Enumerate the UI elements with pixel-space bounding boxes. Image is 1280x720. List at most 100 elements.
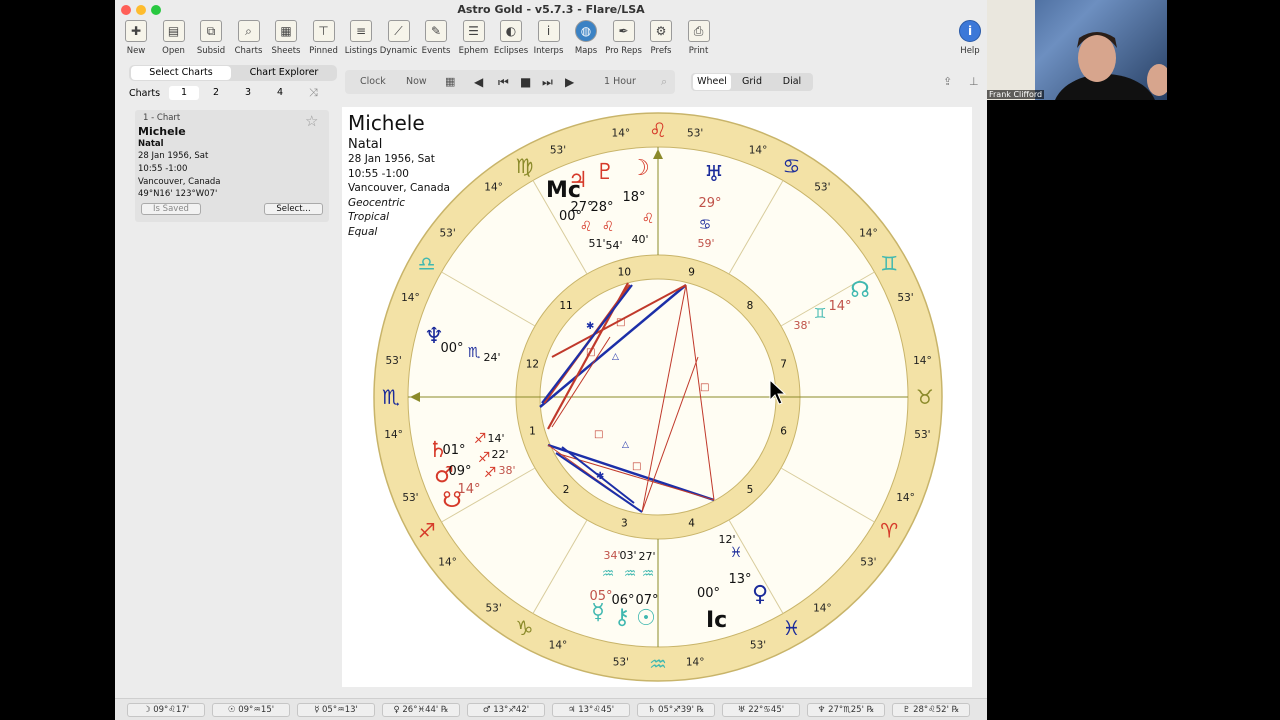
toolbar-subsid-button[interactable]: ⧉ Subsid (192, 18, 230, 60)
chart-slot-4[interactable]: 4 (265, 86, 295, 100)
planet-degree: 13° (728, 572, 751, 587)
calendar-icon[interactable]: ▦ (445, 70, 455, 94)
chart-index-label: 1 - Chart (143, 113, 181, 123)
sidebar: Select Charts Chart Explorer Charts 1 2 … (123, 62, 343, 702)
status-planet-position[interactable]: ♂ 13°♐42' (467, 703, 545, 717)
planet-sign-glyph: ♓ (730, 545, 743, 561)
toolbar-label: Pro Reps (605, 46, 642, 56)
stop-icon[interactable]: ■ (520, 70, 531, 94)
listings-icon: ≡ (350, 20, 372, 42)
search-icon[interactable]: ⌕ (661, 70, 667, 94)
step-forward-icon[interactable]: ▶ (565, 70, 574, 94)
planet-minute: 51' (588, 237, 605, 250)
sign-cusp-degree: 14° (686, 656, 705, 668)
toolbar-pinned-button[interactable]: ⊤ Pinned (305, 18, 343, 60)
planet-minute: 24' (483, 351, 500, 364)
status-planet-position[interactable]: ♃ 13°♌45' (552, 703, 630, 717)
chart-card-name: Michele (138, 125, 186, 138)
share-icon[interactable]: ⇪ (943, 70, 952, 94)
toolbar-print-button[interactable]: ⎙ Print (680, 18, 718, 60)
toolbar-charts-button[interactable]: ⌕ Charts (230, 18, 268, 60)
aspect-trine-marker: △ (622, 440, 629, 450)
planet-sign-glyph: ♌ (580, 219, 593, 235)
status-planet-position[interactable]: ☿ 05°♒13' (297, 703, 375, 717)
step-back-icon[interactable]: ◀ (474, 70, 483, 94)
toolbar-sheets-button[interactable]: ▦ Sheets (267, 18, 305, 60)
help-button[interactable]: i Help (951, 18, 987, 60)
toolbar-events-button[interactable]: ✎ Events (417, 18, 455, 60)
status-planet-position[interactable]: ♀ 26°♓44' ℞ (382, 703, 460, 717)
sheets-icon: ▦ (275, 20, 297, 42)
toolbar-ephem-button[interactable]: ☰ Ephem (455, 18, 493, 60)
planet-degree: 05° (589, 589, 612, 604)
now-button[interactable]: Now (406, 70, 427, 94)
zodiac-sign-glyph: ♒ (649, 652, 667, 676)
tab-select-charts[interactable]: Select Charts (131, 66, 231, 80)
shuffle-icon[interactable]: ⤨ (309, 86, 318, 100)
sign-cusp-minute: 53' (750, 640, 766, 652)
chart-card-date: 28 Jan 1956, Sat (138, 151, 209, 161)
chart-card[interactable]: 1 - Chart Michele Natal 28 Jan 1956, Sat… (135, 110, 329, 222)
toolbar-pro-reps-button[interactable]: ✒ Pro Reps (605, 18, 643, 60)
toolbar-maps-button[interactable]: ◍ Maps (567, 18, 605, 60)
view-wheel[interactable]: Wheel (693, 74, 731, 90)
tab-chart-explorer[interactable]: Chart Explorer (233, 66, 335, 80)
natal-chart-wheel[interactable]: ♌14° 53'♋14°53'♊14°53'♉14°53'♈14°53'♓14°5… (342, 107, 972, 687)
minimize-window-button[interactable] (136, 5, 146, 15)
clock-button[interactable]: Clock (360, 70, 386, 94)
status-planet-position[interactable]: ♇ 28°♌52' ℞ (892, 703, 970, 717)
is-saved-button[interactable]: Is Saved (141, 203, 201, 215)
screen: Astro Gold - v5.7.3 - Flare/LSA i Help ✚… (0, 0, 1280, 720)
view-grid[interactable]: Grid (733, 74, 771, 90)
toolbar-interps-button[interactable]: i Interps (530, 18, 568, 60)
chart-card-coords: 49°N16' 123°W07' (138, 189, 218, 199)
planet-degree: 28° (590, 200, 613, 215)
toolbar-dynamic-button[interactable]: ⟋ Dynamic (380, 18, 418, 60)
status-planet-position[interactable]: ♅ 22°♋45' (722, 703, 800, 717)
planet-sign-glyph: ♌ (602, 219, 615, 235)
chart-slot-2[interactable]: 2 (201, 86, 231, 100)
close-window-button[interactable] (121, 5, 131, 15)
pin-icon[interactable]: ⊥ (969, 70, 979, 94)
toolbar-listings-button[interactable]: ≡ Listings (342, 18, 380, 60)
toolbar-new-button[interactable]: ✚ New (117, 18, 155, 60)
planet-glyph: ♇ (595, 160, 615, 185)
planet-sign-glyph: ♊ (814, 306, 827, 322)
sign-cusp-minute: 53' (687, 128, 703, 140)
status-planet-position[interactable]: ♄ 05°♐39' ℞ (637, 703, 715, 717)
events-icon: ✎ (425, 20, 447, 42)
presenter-name: Frank Clifford (987, 90, 1045, 99)
pro-reps-icon: ✒ (612, 20, 635, 42)
view-dial[interactable]: Dial (773, 74, 811, 90)
aspect-square-marker: □ (594, 429, 603, 440)
house-number: 10 (618, 266, 631, 278)
planet-glyph: ☽ (630, 156, 650, 181)
toolbar-eclipses-button[interactable]: ◐ Eclipses (492, 18, 530, 60)
time-step-dropdown[interactable]: 1 Hour (604, 70, 636, 94)
status-planet-position[interactable]: ♆ 27°♏25' ℞ (807, 703, 885, 717)
skip-forward-icon[interactable]: ⏭ (542, 70, 553, 94)
planet-degree: 14° (828, 299, 851, 314)
window-title: Astro Gold - v5.7.3 - Flare/LSA (457, 3, 645, 16)
presenter-webcam: Frank Clifford (987, 0, 1167, 100)
zodiac-sign-glyph: ♓ (783, 616, 801, 640)
house-number: 2 (563, 484, 570, 496)
zodiac-sign-glyph: ♋ (783, 154, 801, 178)
toolbar-prefs-button[interactable]: ⚙ Prefs (642, 18, 680, 60)
status-planet-position[interactable]: ☉ 09°♒15' (212, 703, 290, 717)
status-planet-position[interactable]: ☽ 09°♌17' (127, 703, 205, 717)
house-number: 8 (747, 300, 754, 312)
skip-back-icon[interactable]: ⏮ (498, 70, 509, 94)
planet-glyph: ♀ (752, 582, 768, 607)
select-button[interactable]: Select... (264, 203, 323, 215)
chart-slot-3[interactable]: 3 (233, 86, 263, 100)
zoom-window-button[interactable] (151, 5, 161, 15)
favorite-star-icon[interactable]: ☆ (305, 112, 318, 130)
toolbar-open-button[interactable]: ▤ Open (155, 18, 193, 60)
sign-cusp-minute: 53' (897, 292, 913, 304)
toolbar-label: Print (688, 46, 709, 56)
house-number: 11 (559, 300, 572, 312)
printer-icon: ⎙ (687, 20, 710, 42)
planet-degree: 07° (635, 593, 658, 608)
chart-slot-1[interactable]: 1 (169, 86, 199, 100)
